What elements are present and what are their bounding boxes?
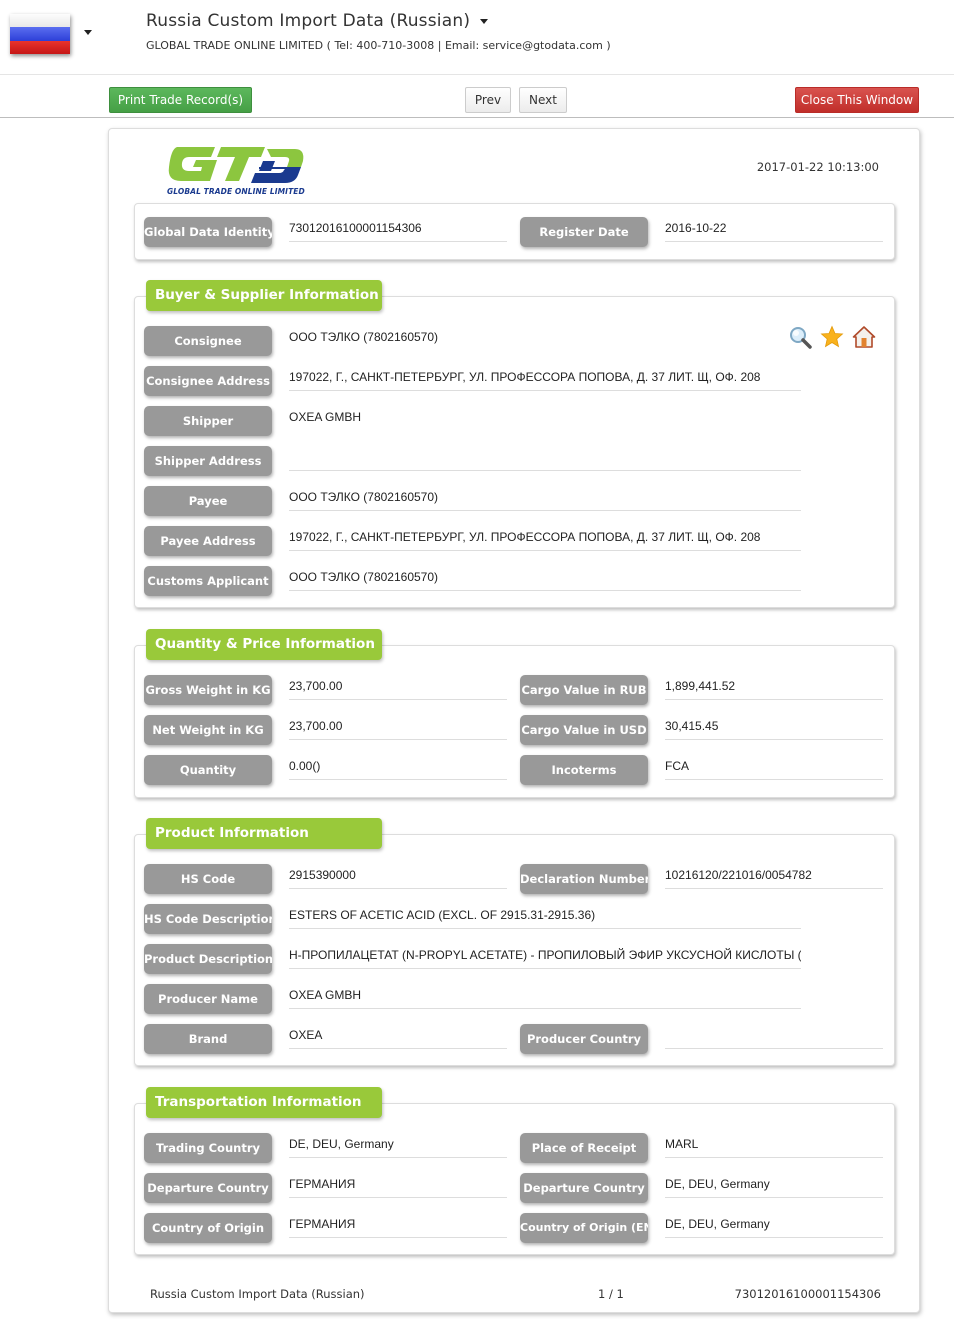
departure-country-value: ГЕРМАНИЯ xyxy=(289,1173,507,1198)
field-label: Declaration Number xyxy=(520,864,648,894)
field-label: Quantity xyxy=(144,755,272,785)
field-label: Payee xyxy=(144,486,272,516)
product-panel: Product Information HS Code 2915390000 D… xyxy=(134,818,895,1066)
global-data-identity-value: 73012016100001154306 xyxy=(289,217,507,242)
section-title: Buyer & Supplier Information xyxy=(146,280,382,311)
departure-country-en-value: DE, DEU, Germany xyxy=(665,1173,883,1198)
section-title: Transportation Information xyxy=(146,1087,382,1118)
country-of-origin-en-value: DE, DEU, Germany xyxy=(665,1213,883,1238)
favorite-star-icon[interactable] xyxy=(820,325,844,349)
producer-name-value: OXEA GMBH xyxy=(289,984,801,1009)
register-date-value: 2016-10-22 xyxy=(665,217,883,242)
register-date-label: Register Date xyxy=(520,217,648,247)
field-label: Shipper xyxy=(144,406,272,436)
brand-value: OXEA xyxy=(289,1024,507,1049)
field-label: Producer Country xyxy=(520,1024,648,1054)
next-button[interactable]: Next xyxy=(519,87,567,113)
shipper-value: OXEA GMBH xyxy=(289,410,362,424)
field-label: Payee Address xyxy=(144,526,272,556)
app-title[interactable]: Russia Custom Import Data (Russian) xyxy=(146,11,489,31)
incoterms-value: FCA xyxy=(665,755,883,780)
gto-logo-mark-icon xyxy=(168,147,304,183)
app-title-text: Russia Custom Import Data (Russian) xyxy=(146,11,471,31)
consignee-value: ООО ТЭЛКО (7802160570) xyxy=(289,330,439,344)
quantity-price-panel: Quantity & Price Information Gross Weigh… xyxy=(134,629,895,798)
field-label: Departure Country xyxy=(520,1173,648,1203)
product-description-value: Н-ПРОПИЛАЦЕТАТ (N-PROPYL ACETATE) - ПРОП… xyxy=(289,944,801,969)
company-contact-info: GLOBAL TRADE ONLINE LIMITED ( Tel: 400-7… xyxy=(146,39,611,52)
field-label: Customs Applicant xyxy=(144,566,272,596)
toolbar: Print Trade Record(s) Prev Next Close Th… xyxy=(0,76,954,118)
country-of-origin-value: ГЕРМАНИЯ xyxy=(289,1213,507,1238)
trading-country-value: DE, DEU, Germany xyxy=(289,1133,507,1158)
field-label: Brand xyxy=(144,1024,272,1054)
buyer-supplier-panel: Buyer & Supplier Information Consignee О… xyxy=(134,280,895,608)
shipper-address-value xyxy=(289,446,801,471)
identity-panel: Global Data Identity 7301201610000115430… xyxy=(134,203,895,260)
cargo-value-rub-value: 1,899,441.52 xyxy=(665,675,883,700)
field-label: Trading Country xyxy=(144,1133,272,1163)
russia-flag-icon[interactable] xyxy=(10,14,70,54)
footer-source: Russia Custom Import Data (Russian) xyxy=(150,1287,365,1301)
field-label: Product Description xyxy=(144,944,272,974)
section-title: Quantity & Price Information xyxy=(146,629,382,660)
prev-button[interactable]: Prev xyxy=(465,87,511,113)
footer-identity: 73012016100001154306 xyxy=(734,1287,881,1301)
payee-value: ООО ТЭЛКО (7802160570) xyxy=(289,486,801,511)
section-title: Product Information xyxy=(146,818,382,849)
record-timestamp: 2017-01-22 10:13:00 xyxy=(756,160,879,174)
print-trade-records-button[interactable]: Print Trade Record(s) xyxy=(109,87,252,113)
home-icon[interactable] xyxy=(852,325,876,349)
place-of-receipt-value: MARL xyxy=(665,1133,883,1158)
payee-address-value: 197022, Г., САНКТ-ПЕТЕРБУРГ, УЛ. ПРОФЕСС… xyxy=(289,526,801,551)
field-label: Cargo Value in USD xyxy=(520,715,648,745)
field-label: Country of Origin xyxy=(144,1213,272,1243)
producer-country-value xyxy=(665,1024,883,1049)
global-data-identity-label: Global Data Identity xyxy=(144,217,272,247)
gross-weight-value: 23,700.00 xyxy=(289,675,507,700)
declaration-number-value: 10216120/221016/0054782 xyxy=(665,864,883,889)
field-label: HS Code xyxy=(144,864,272,894)
quantity-value: 0.00() xyxy=(289,755,507,780)
field-label: Gross Weight in KG xyxy=(144,675,272,705)
close-window-button[interactable]: Close This Window xyxy=(795,87,919,113)
field-label: Consignee Address xyxy=(144,366,272,396)
logo-text: GLOBAL TRADE ONLINE LIMITED xyxy=(167,187,305,196)
record-actions xyxy=(788,325,876,349)
title-dropdown-caret-icon[interactable] xyxy=(480,18,489,24)
field-label: Departure Country xyxy=(144,1173,272,1203)
page-header: Russia Custom Import Data (Russian) GLOB… xyxy=(0,0,954,75)
gto-logo: GLOBAL TRADE ONLINE LIMITED xyxy=(167,143,307,199)
field-label: Cargo Value in RUB xyxy=(520,675,648,705)
field-label: Consignee xyxy=(144,326,272,356)
cargo-value-usd-value: 30,415.45 xyxy=(665,715,883,740)
trade-record-card: GLOBAL TRADE ONLINE LIMITED 2017-01-22 1… xyxy=(108,128,920,1313)
field-label: HS Code Description xyxy=(144,904,272,934)
field-label: Incoterms xyxy=(520,755,648,785)
customs-applicant-value: ООО ТЭЛКО (7802160570) xyxy=(289,566,801,591)
hs-code-description-value: ESTERS OF ACETIC ACID (EXCL. OF 2915.31-… xyxy=(289,904,801,929)
field-label: Country of Origin (EN) xyxy=(520,1213,648,1243)
footer-page-indicator: 1 / 1 xyxy=(598,1287,624,1301)
transportation-panel: Transportation Information Trading Count… xyxy=(134,1087,895,1255)
flag-dropdown-caret-icon[interactable] xyxy=(84,30,92,35)
field-label: Place of Receipt xyxy=(520,1133,648,1163)
hs-code-value: 2915390000 xyxy=(289,864,507,889)
net-weight-value: 23,700.00 xyxy=(289,715,507,740)
consignee-address-value: 197022, Г., САНКТ-ПЕТЕРБУРГ, УЛ. ПРОФЕСС… xyxy=(289,366,801,391)
field-label: Producer Name xyxy=(144,984,272,1014)
field-label: Shipper Address xyxy=(144,446,272,476)
field-label: Net Weight in KG xyxy=(144,715,272,745)
